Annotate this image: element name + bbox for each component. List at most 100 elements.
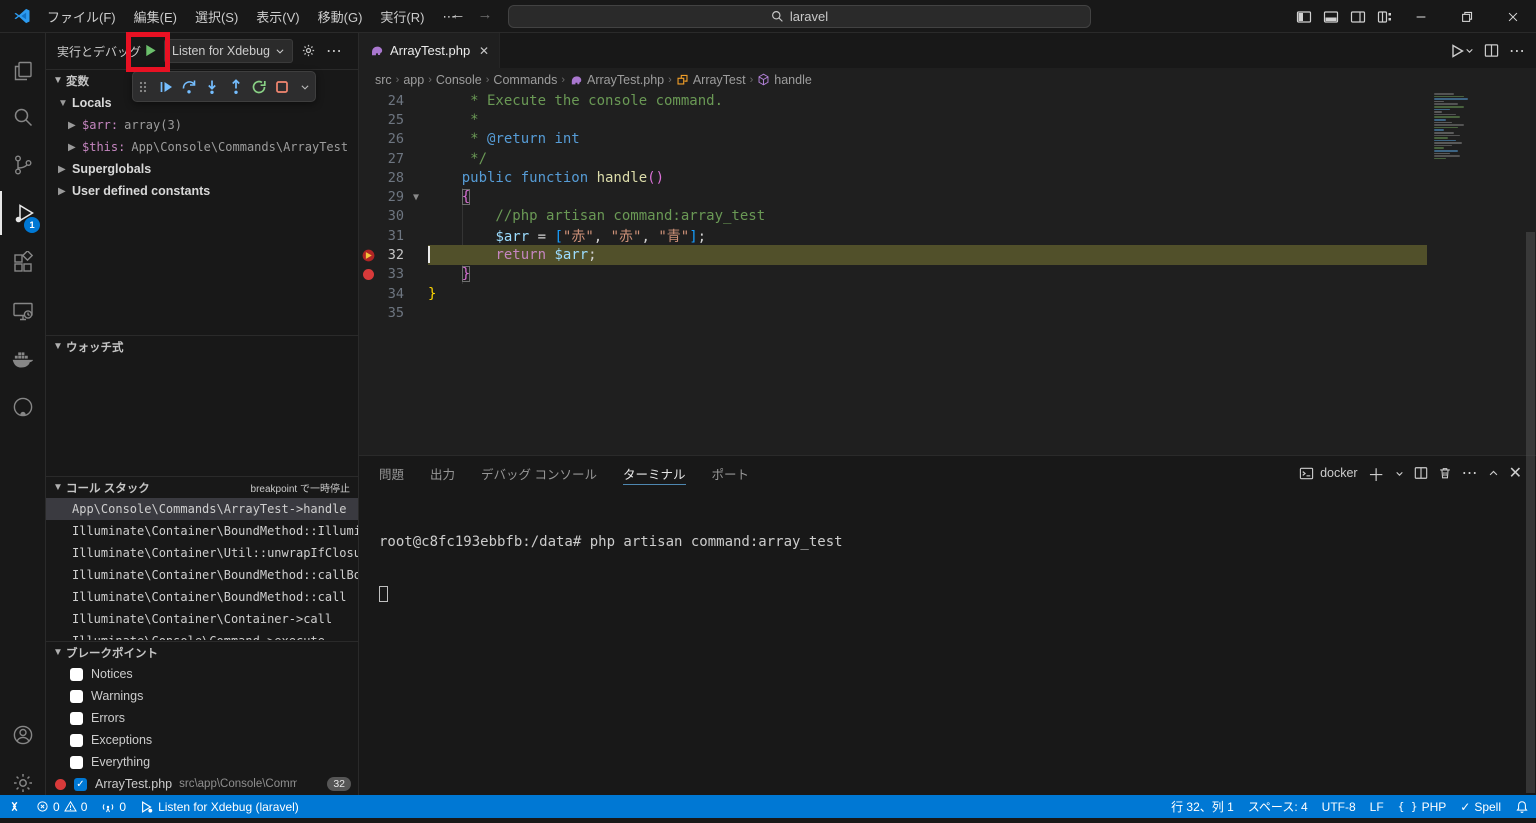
- menu-item[interactable]: 編集(E): [125, 4, 186, 29]
- launch-configuration-dropdown[interactable]: Listen for Xdebug: [164, 39, 293, 63]
- github-icon[interactable]: [0, 385, 46, 429]
- breakpoint-option-row[interactable]: Warnings: [46, 685, 358, 707]
- call-stack-frame[interactable]: Illuminate\Console\Command->execute: [46, 630, 358, 640]
- breakpoint-checkbox[interactable]: [70, 756, 83, 769]
- menu-item[interactable]: 選択(S): [186, 4, 247, 29]
- variable-this[interactable]: ▶ $this: App\Console\Commands\ArrayTest: [46, 136, 358, 158]
- code-line[interactable]: 30 //php artisan command:array_test: [359, 207, 1536, 226]
- panel-tab[interactable]: 出力: [430, 456, 455, 490]
- code-line[interactable]: 28 public function handle(): [359, 168, 1536, 187]
- breakpoint-gutter[interactable]: [359, 265, 378, 284]
- call-stack-section-header[interactable]: ▼ コール スタック breakpoint で一時停止: [46, 476, 358, 498]
- breakpoint-gutter[interactable]: [359, 91, 378, 110]
- code-line[interactable]: 27 */: [359, 149, 1536, 168]
- panel-tab[interactable]: デバッグ コンソール: [481, 456, 597, 490]
- close-panel-icon[interactable]: ✕: [1509, 463, 1522, 483]
- cursor-position-status[interactable]: 行 32、列 1: [1164, 795, 1241, 818]
- tab-close-icon[interactable]: ✕: [479, 44, 489, 58]
- breakpoint-file-row[interactable]: ✓ ArrayTest.php src\app\Console\Comm... …: [46, 773, 358, 795]
- breadcrumb-item[interactable]: Commands: [493, 73, 557, 87]
- panel-tab[interactable]: 問題: [379, 456, 404, 490]
- debug-status[interactable]: Listen for Xdebug (laravel): [133, 795, 306, 818]
- minimap[interactable]: [1434, 93, 1480, 161]
- breadcrumb-item[interactable]: app: [403, 73, 424, 87]
- extensions-icon[interactable]: [0, 241, 46, 285]
- call-stack-frame[interactable]: Illuminate\Container\BoundMethod::call: [46, 586, 358, 608]
- ports-status[interactable]: 0: [94, 795, 133, 818]
- code-line[interactable]: 31 $arr = ["赤", "赤", "青"];: [359, 226, 1536, 245]
- stop-button[interactable]: [272, 75, 292, 99]
- code-editor[interactable]: 24 * Execute the console command.25 *26 …: [359, 91, 1536, 455]
- toggle-secondary-sidebar-icon[interactable]: [1344, 0, 1371, 33]
- minimize-button[interactable]: [1398, 0, 1444, 33]
- breakpoint-gutter[interactable]: [359, 130, 378, 149]
- restart-button[interactable]: [249, 75, 269, 99]
- panel-more-actions-icon[interactable]: ⋯: [1462, 463, 1478, 483]
- remote-indicator[interactable]: [0, 795, 29, 818]
- close-window-button[interactable]: [1490, 0, 1536, 33]
- breakpoint-gutter[interactable]: [359, 207, 378, 226]
- terminal-output[interactable]: root@c8fc193ebbfb:/data# php artisan com…: [379, 500, 1516, 795]
- customize-layout-icon[interactable]: [1371, 0, 1398, 33]
- indentation-status[interactable]: スペース: 4: [1241, 795, 1315, 818]
- call-stack-frame[interactable]: Illuminate\Container\BoundMethod::callBo…: [46, 564, 358, 586]
- nav-back-button[interactable]: ←: [447, 6, 469, 23]
- step-over-button[interactable]: [179, 75, 199, 99]
- breadcrumb-item[interactable]: handle: [757, 73, 812, 87]
- split-editor-icon[interactable]: [1481, 39, 1502, 63]
- breakpoint-gutter[interactable]: [359, 149, 378, 168]
- panel-tab[interactable]: ポート: [712, 456, 750, 490]
- menu-item[interactable]: 移動(G): [309, 4, 372, 29]
- menu-item[interactable]: ファイル(F): [38, 4, 125, 29]
- call-stack-frame[interactable]: Illuminate\Container\Util::unwrapIfClosu…: [46, 542, 358, 564]
- breakpoint-option-row[interactable]: Everything: [46, 751, 358, 773]
- vertical-scrollbar[interactable]: [1526, 232, 1535, 793]
- search-sidebar-icon[interactable]: [0, 95, 46, 139]
- remote-explorer-icon[interactable]: [0, 289, 46, 333]
- maximize-panel-chevron-icon[interactable]: [1488, 468, 1499, 479]
- restore-button[interactable]: [1444, 0, 1490, 33]
- call-stack-frame[interactable]: Illuminate\Container\Container->call: [46, 608, 358, 630]
- call-stack-frame[interactable]: Illuminate\Container\BoundMethod::Illumi…: [46, 520, 358, 542]
- language-mode-status[interactable]: { } PHP: [1391, 795, 1454, 818]
- debug-settings-gear-icon[interactable]: [297, 40, 319, 62]
- spell-status[interactable]: ✓ Spell: [1453, 795, 1508, 818]
- breakpoint-gutter[interactable]: [359, 168, 378, 187]
- panel-tab[interactable]: ターミナル: [623, 456, 686, 490]
- breakpoint-option-row[interactable]: Notices: [46, 663, 358, 685]
- problems-status[interactable]: 0 0: [29, 795, 94, 818]
- breakpoint-checkbox[interactable]: [70, 690, 83, 703]
- breakpoint-gutter[interactable]: [359, 110, 378, 129]
- explorer-icon[interactable]: [0, 49, 46, 93]
- step-into-button[interactable]: [202, 75, 222, 99]
- breakpoint-checkbox[interactable]: [70, 734, 83, 747]
- variable-arr[interactable]: ▶ $arr: array(3): [46, 114, 358, 136]
- new-terminal-button[interactable]: ＋: [1368, 461, 1385, 486]
- breadcrumb-item[interactable]: ArrayTest.php: [569, 73, 664, 87]
- scope-user-defined-constants[interactable]: ▶ User defined constants: [46, 180, 358, 202]
- breakpoint-gutter[interactable]: [359, 284, 378, 303]
- menu-item[interactable]: 実行(R): [371, 4, 433, 29]
- menu-item[interactable]: 表示(V): [247, 4, 308, 29]
- watch-section-header[interactable]: ▼ ウォッチ式: [46, 335, 358, 357]
- scope-superglobals[interactable]: ▶ Superglobals: [46, 158, 358, 180]
- breakpoint-gutter[interactable]: [359, 226, 378, 245]
- terminal-dropdown-chevron-icon[interactable]: [1395, 469, 1404, 478]
- code-line[interactable]: 26 * @return int: [359, 130, 1536, 149]
- docker-icon[interactable]: [0, 337, 46, 381]
- toggle-panel-icon[interactable]: [1317, 0, 1344, 33]
- breakpoint-gutter[interactable]: [359, 187, 378, 206]
- call-stack-frame[interactable]: App\Console\Commands\ArrayTest->handle: [46, 498, 358, 520]
- step-out-button[interactable]: [226, 75, 246, 99]
- breadcrumb-item[interactable]: src: [375, 73, 392, 87]
- split-terminal-icon[interactable]: [1414, 466, 1428, 480]
- command-center-search[interactable]: laravel: [508, 5, 1091, 28]
- notifications-bell[interactable]: [1508, 795, 1536, 818]
- breakpoint-checkbox[interactable]: [70, 668, 83, 681]
- run-and-debug-icon[interactable]: 1: [0, 191, 46, 235]
- breadcrumb-item[interactable]: Console: [436, 73, 482, 87]
- breakpoint-option-row[interactable]: Errors: [46, 707, 358, 729]
- encoding-status[interactable]: UTF-8: [1315, 795, 1363, 818]
- source-control-icon[interactable]: [0, 143, 46, 187]
- code-line[interactable]: 35: [359, 303, 1536, 322]
